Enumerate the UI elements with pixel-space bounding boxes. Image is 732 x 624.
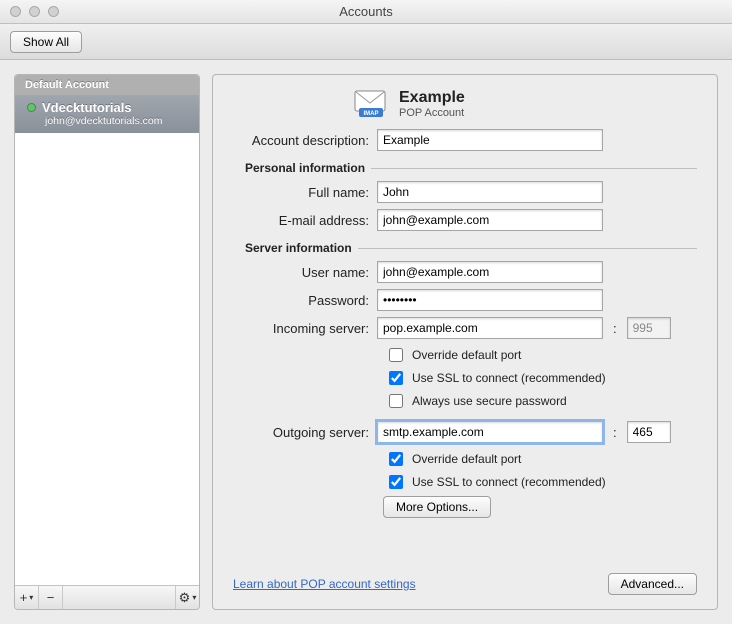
dropdown-caret-icon: ▾ xyxy=(192,593,196,602)
account-type: POP Account xyxy=(399,107,465,119)
dropdown-caret-icon: ▾ xyxy=(29,593,33,602)
settings-gear-button[interactable]: ⚙▾ xyxy=(175,586,199,609)
sidebar-account-name: Vdecktutorials xyxy=(42,100,132,115)
email-label: E-mail address: xyxy=(233,213,377,228)
toolbar: Show All xyxy=(0,24,732,60)
outgoing-server-input[interactable] xyxy=(377,421,603,443)
window-title: Accounts xyxy=(0,4,732,19)
incoming-override-port-checkbox[interactable] xyxy=(389,348,403,362)
accounts-sidebar: Default Account Vdecktutorials john@vdec… xyxy=(14,74,200,610)
account-settings-panel: IMAP Example POP Account Account descrip… xyxy=(212,74,718,610)
email-input[interactable] xyxy=(377,209,603,231)
imap-envelope-icon: IMAP xyxy=(353,89,387,119)
outgoing-server-label: Outgoing server: xyxy=(233,425,377,440)
personal-info-divider: Personal information xyxy=(245,161,697,175)
incoming-server-input[interactable] xyxy=(377,317,603,339)
sidebar-footer: +▾ − ⚙▾ xyxy=(15,585,199,609)
port-separator: : xyxy=(613,321,617,336)
outgoing-override-port-label: Override default port xyxy=(412,452,521,466)
more-options-button[interactable]: More Options... xyxy=(383,496,491,518)
password-label: Password: xyxy=(233,293,377,308)
incoming-secure-password-label: Always use secure password xyxy=(412,394,567,408)
sidebar-account-item[interactable]: Vdecktutorials john@vdecktutorials.com xyxy=(15,95,199,133)
svg-text:IMAP: IMAP xyxy=(364,111,379,117)
remove-account-button[interactable]: − xyxy=(39,586,63,609)
show-all-button[interactable]: Show All xyxy=(10,31,82,53)
incoming-ssl-label: Use SSL to connect (recommended) xyxy=(412,371,606,385)
incoming-port-input[interactable] xyxy=(627,317,671,339)
sidebar-account-email: john@vdecktutorials.com xyxy=(27,115,189,127)
user-name-input[interactable] xyxy=(377,261,603,283)
add-account-button[interactable]: +▾ xyxy=(15,586,39,609)
accounts-list: Default Account Vdecktutorials john@vdec… xyxy=(15,75,199,585)
server-info-divider: Server information xyxy=(245,241,697,255)
content: Default Account Vdecktutorials john@vdec… xyxy=(0,60,732,624)
sidebar-group-title: Default Account xyxy=(15,75,199,95)
incoming-server-label: Incoming server: xyxy=(233,321,377,336)
outgoing-ssl-label: Use SSL to connect (recommended) xyxy=(412,475,606,489)
status-online-icon xyxy=(27,103,36,112)
description-input[interactable] xyxy=(377,129,603,151)
advanced-button[interactable]: Advanced... xyxy=(608,573,697,595)
user-name-label: User name: xyxy=(233,265,377,280)
port-separator: : xyxy=(613,425,617,440)
description-label: Account description: xyxy=(233,133,377,148)
outgoing-ssl-checkbox[interactable] xyxy=(389,475,403,489)
incoming-secure-password-checkbox[interactable] xyxy=(389,394,403,408)
outgoing-port-input[interactable] xyxy=(627,421,671,443)
titlebar: Accounts xyxy=(0,0,732,24)
panel-header: IMAP Example POP Account xyxy=(353,89,697,119)
gear-icon: ⚙ xyxy=(179,590,191,606)
incoming-ssl-checkbox[interactable] xyxy=(389,371,403,385)
full-name-input[interactable] xyxy=(377,181,603,203)
outgoing-override-port-checkbox[interactable] xyxy=(389,452,403,466)
incoming-override-port-label: Override default port xyxy=(412,348,521,362)
full-name-label: Full name: xyxy=(233,185,377,200)
panel-footer: Learn about POP account settings Advance… xyxy=(233,573,697,595)
learn-about-pop-link[interactable]: Learn about POP account settings xyxy=(233,577,416,591)
account-title: Example xyxy=(399,89,465,107)
sidebar-account-name-row: Vdecktutorials xyxy=(27,100,189,115)
password-input[interactable] xyxy=(377,289,603,311)
